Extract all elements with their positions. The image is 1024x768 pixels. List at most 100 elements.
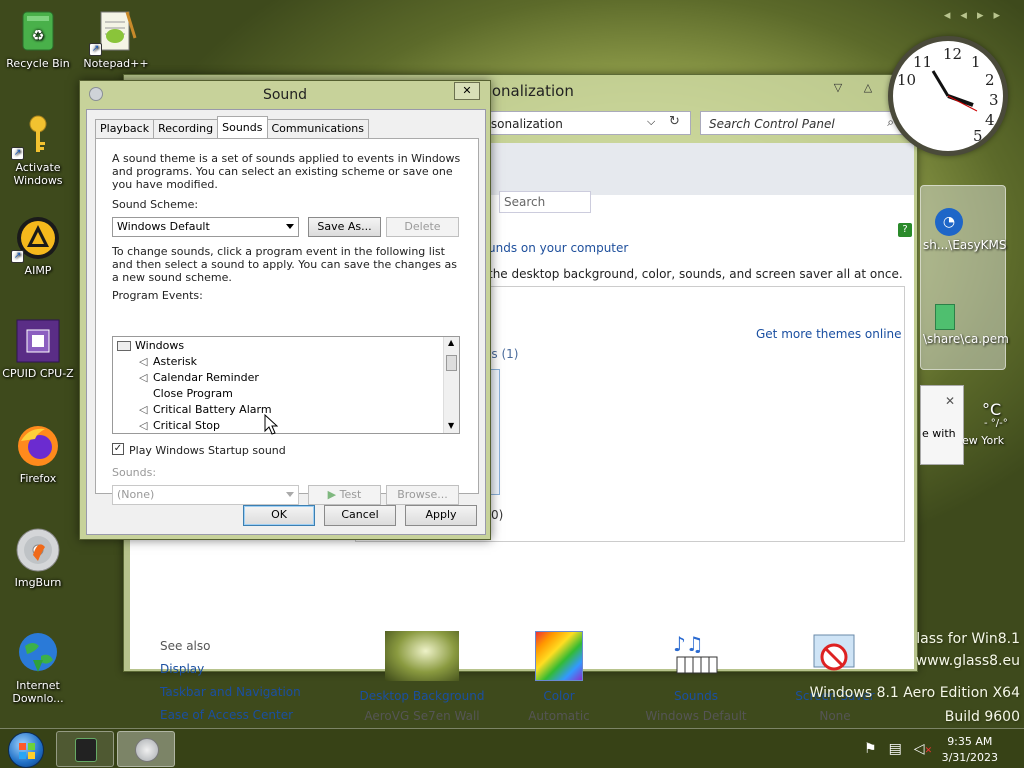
see-also-title: See also xyxy=(160,639,211,653)
sound-dialog: Sound ✕ Playback Recording Sounds Commun… xyxy=(79,80,491,540)
refresh-icon[interactable]: ↻ xyxy=(669,114,680,129)
desktop-icon-recycle-bin[interactable]: ♻ Recycle Bin xyxy=(1,8,75,70)
desktop-icon-idm[interactable]: Internet Downlo... xyxy=(1,630,75,705)
aimp-icon: ↗ xyxy=(11,215,61,263)
delete-button[interactable]: Delete xyxy=(386,217,459,237)
list-item[interactable]: ◁ Critical Battery Alarm xyxy=(139,402,272,418)
display-link[interactable]: Display xyxy=(160,662,204,676)
help-icon[interactable]: ? xyxy=(898,223,912,237)
brand-line-2: www.glass8.eu xyxy=(915,653,1020,669)
list-item[interactable]: ◁ Critical Stop xyxy=(139,418,220,433)
clock-hands-icon xyxy=(931,70,978,112)
cpuz-icon xyxy=(15,318,61,364)
desktop-icon-notepadpp[interactable]: ↗ Notepad++ xyxy=(79,8,153,70)
search-control-panel-input[interactable]: Search Control Panel ⌕ xyxy=(700,111,903,135)
speaker-icon: ◁ xyxy=(139,419,148,432)
taskbar-sound-button[interactable] xyxy=(117,731,175,767)
taskbar-clock[interactable]: 9:35 AM 3/31/2023 xyxy=(942,734,998,766)
list-item[interactable]: ◁ Calendar Reminder xyxy=(139,370,259,386)
certificate-file-icon xyxy=(935,304,955,330)
notepadpp-icon: ↗ xyxy=(89,8,139,56)
events-scrollbar[interactable]: ▲ ▼ xyxy=(443,337,459,433)
windows-folder-icon xyxy=(117,341,131,351)
desktop-icon-aimp[interactable]: ↗ AIMP xyxy=(1,215,75,277)
sound-close-button[interactable]: ✕ xyxy=(454,82,480,100)
address-text: rsonalization xyxy=(486,117,563,131)
cancel-button[interactable]: Cancel xyxy=(324,505,396,526)
apply-button[interactable]: Apply xyxy=(405,505,477,526)
svg-text:♪♫: ♪♫ xyxy=(673,632,704,656)
volume-muted-icon[interactable]: ◁✕ xyxy=(914,741,932,757)
sounds-value: (None) xyxy=(117,488,155,501)
list-item[interactable]: Close Program xyxy=(153,386,233,402)
tab-recording[interactable]: Recording xyxy=(153,119,219,138)
test-button[interactable]: ▶ Test xyxy=(308,485,381,505)
color-tile[interactable]: Color Automatic xyxy=(489,631,629,723)
program-events-list[interactable]: Windows ◁ Asterisk ◁ Calendar Reminder Clo… xyxy=(112,336,460,434)
sound-scheme-select[interactable]: Windows Default xyxy=(112,217,299,237)
desktop-icon-firefox[interactable]: Firefox xyxy=(1,423,75,485)
sounds-select[interactable]: (None) xyxy=(112,485,299,505)
aimp-label: AIMP xyxy=(24,264,52,277)
weather-gadget[interactable]: °C - °/-° ew York xyxy=(960,388,1016,458)
theme-thumbnail[interactable] xyxy=(490,369,500,495)
desktop-icon-imgburn[interactable]: ImgBurn xyxy=(1,527,75,589)
ok-button[interactable]: OK xyxy=(243,505,315,526)
sounds-value: Windows Default xyxy=(645,709,747,723)
cpuz-label: CPUID CPU-Z xyxy=(2,367,74,380)
tab-communications[interactable]: Communications xyxy=(266,119,369,138)
get-more-themes-link[interactable]: Get more themes online xyxy=(756,327,902,341)
start-button[interactable] xyxy=(8,732,44,768)
flag-icon[interactable]: ⚑ xyxy=(864,741,877,757)
screen-saver-icon xyxy=(798,631,872,681)
taskbar: ⚑ ▤ ◁✕ 9:35 AM 3/31/2023 xyxy=(0,728,1024,768)
sound-dialog-title: Sound xyxy=(262,87,308,103)
svg-text:♻: ♻ xyxy=(32,28,45,44)
inner-search-box[interactable]: Search xyxy=(499,191,591,213)
screen-saver-value: None xyxy=(819,709,851,723)
sounds-tile[interactable]: ♪♫ Sounds Windows Default xyxy=(626,631,766,723)
capem-label[interactable]: \share\ca.pem xyxy=(923,332,1009,346)
startup-sound-checkbox[interactable]: ✓ xyxy=(112,443,124,455)
scroll-up-icon[interactable]: ▲ xyxy=(448,338,454,347)
tab-sounds[interactable]: Sounds xyxy=(217,116,268,138)
desktop-gadget-panel: ◔ sh...\EasyKMS \share\ca.pem xyxy=(920,185,1009,370)
tab-playback[interactable]: Playback xyxy=(95,119,155,138)
recycle-bin-icon: ♻ xyxy=(15,8,61,54)
maximize-button[interactable]: △ xyxy=(855,79,881,97)
taskbar-navigation-link[interactable]: Taskbar and Navigation xyxy=(160,685,301,699)
easykms-label[interactable]: sh...\EasyKMS xyxy=(923,238,1006,252)
desktop-background-tile[interactable]: Desktop Background AeroVG Se7en Wall xyxy=(352,631,492,723)
brand-line-1: lass for Win8.1 xyxy=(916,631,1020,647)
control-panel-icon xyxy=(75,738,97,762)
screen-saver-tile[interactable]: Screen Saver None xyxy=(765,631,905,723)
browse-button[interactable]: Browse... xyxy=(386,485,459,505)
desktop-icon-cpuz[interactable]: CPUID CPU-Z xyxy=(1,318,75,380)
sounds-keyboard-icon: ♪♫ xyxy=(659,631,733,681)
save-as-button[interactable]: Save As... xyxy=(308,217,381,237)
color-value: Automatic xyxy=(528,709,590,723)
desktop-icon-activate-windows[interactable]: ↗ Activate Windows xyxy=(1,112,75,187)
notification-close-icon[interactable]: ✕ xyxy=(945,394,955,408)
clock-gadget[interactable]: 12 1 2 3 4 5 10 11 xyxy=(888,36,1008,156)
chevron-down-icon xyxy=(286,224,294,229)
color-label: Color xyxy=(543,689,575,703)
idm-label: Internet Downlo... xyxy=(12,679,64,705)
address-bar[interactable]: rsonalization xyxy=(479,111,691,135)
scroll-down-icon[interactable]: ▼ xyxy=(448,421,454,430)
list-item[interactable]: ◁ Asterisk xyxy=(139,354,197,370)
address-dropdown-icon[interactable]: ⌵ xyxy=(647,115,655,129)
startup-sound-label: Play Windows Startup sound xyxy=(129,444,286,457)
ease-of-access-link[interactable]: Ease of Access Center xyxy=(160,708,293,722)
notification-text: e with xyxy=(922,427,956,440)
sound-dialog-body: Playback Recording Sounds Communications… xyxy=(86,109,486,535)
taskbar-control-panel-button[interactable] xyxy=(56,731,114,767)
network-icon[interactable]: ▤ xyxy=(889,741,902,757)
minimize-button[interactable]: ▽ xyxy=(825,79,851,97)
speaker-icon: ◁ xyxy=(139,403,148,416)
list-item[interactable]: Windows xyxy=(117,338,184,354)
installed-themes-count: 0) xyxy=(491,508,504,522)
top-navigation-arrows[interactable]: ◂◂▸▸ xyxy=(944,8,1010,23)
scrollbar-thumb[interactable] xyxy=(446,355,457,371)
firefox-icon xyxy=(15,423,61,469)
